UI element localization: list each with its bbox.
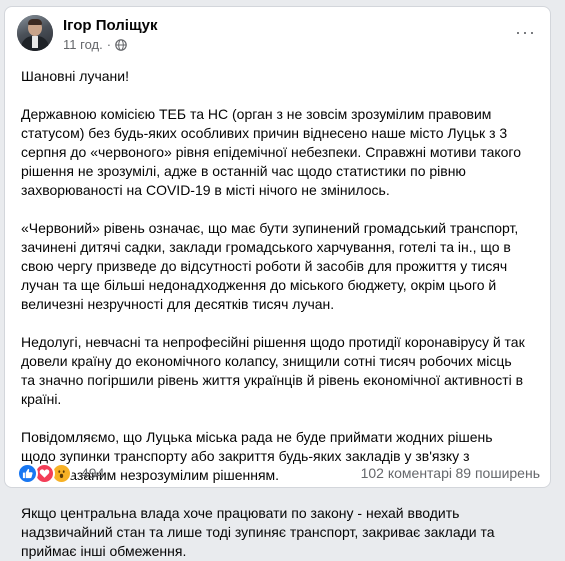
post-text: Шановні лучани! Державною комісією ТЕБ т… xyxy=(21,67,526,561)
reaction-icons[interactable] xyxy=(17,463,72,484)
post-header: Ігор Поліщук 11 год. · ··· xyxy=(17,15,540,63)
post-paragraph: Якщо центральна влада хоче працювати по … xyxy=(21,505,495,559)
reaction-count[interactable]: 494 xyxy=(81,465,104,481)
post-meta: 11 год. · xyxy=(63,37,127,52)
meta-separator: · xyxy=(106,37,112,52)
post-paragraph: Недолугі, невчасні та непрофесійні рішен… xyxy=(21,334,525,407)
like-icon xyxy=(17,463,38,484)
globe-icon xyxy=(115,38,127,51)
post-card: Ігор Поліщук 11 год. · ··· Шановні лучан… xyxy=(4,6,551,559)
comments-count[interactable]: 102 коментарі xyxy=(361,465,452,481)
post-paragraph: Шановні лучани! xyxy=(21,68,129,84)
post-paragraph: «Червоний» рівень означає, що має бути з… xyxy=(21,220,519,312)
reactions-bar: 494 102 коментарі 89 поширень xyxy=(17,463,540,484)
shares-count[interactable]: 89 поширень xyxy=(456,465,540,481)
author-avatar[interactable] xyxy=(17,15,53,51)
author-name[interactable]: Ігор Поліщук xyxy=(63,17,157,34)
post-paragraph: Державною комісією ТЕБ та НС (орган з не… xyxy=(21,106,522,198)
post-time[interactable]: 11 год. xyxy=(63,37,103,52)
more-options-icon[interactable]: ··· xyxy=(515,23,536,41)
